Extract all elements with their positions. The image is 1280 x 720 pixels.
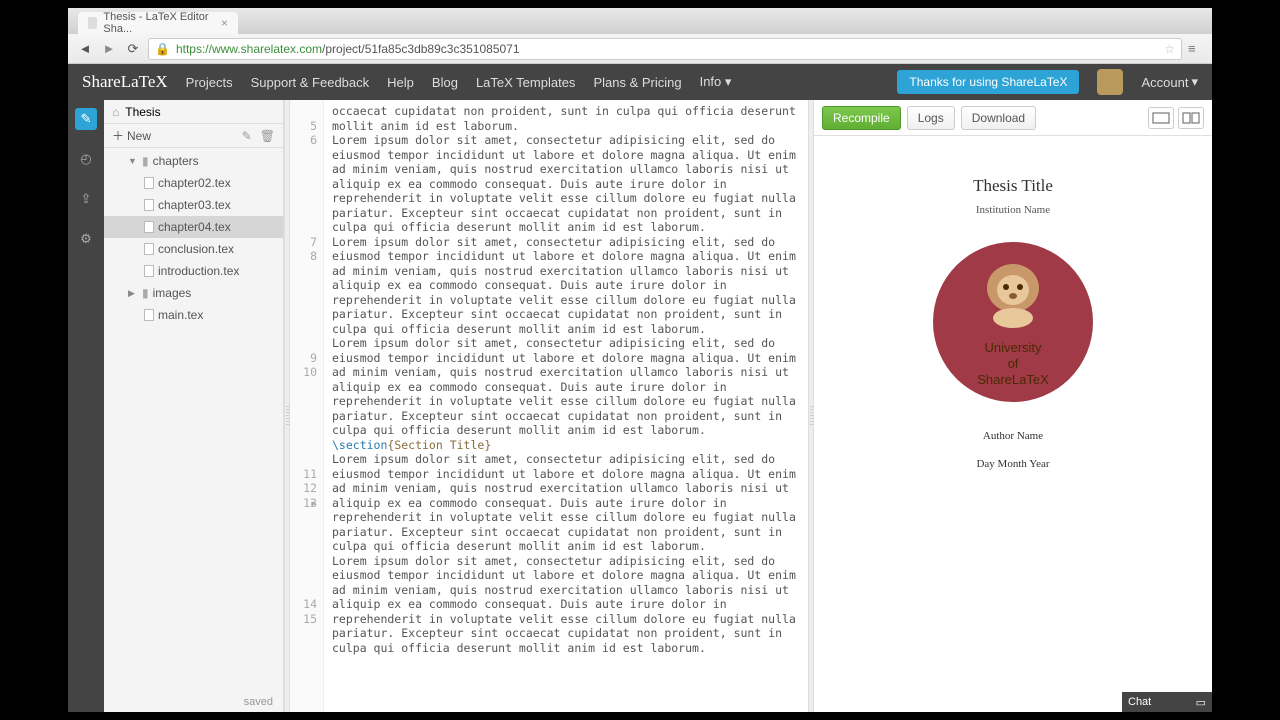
- file-introduction[interactable]: introduction.tex: [104, 260, 283, 282]
- nav-plans[interactable]: Plans & Pricing: [593, 75, 681, 90]
- share-icon[interactable]: ⇪: [75, 188, 97, 210]
- file-icon: [144, 177, 154, 189]
- project-root[interactable]: ⌂ Thesis: [104, 100, 283, 124]
- app-header: ShareLaTeX Projects Support & Feedback H…: [68, 64, 1212, 100]
- file-tree: ⌂ Thesis ＋ New ✎ 🗑 ▼ ▮ chapters chapter0…: [104, 100, 284, 712]
- account-menu[interactable]: Account ▾: [1141, 74, 1198, 90]
- code-editor[interactable]: 56789101112 ▸131415 occaecat cupidatat n…: [290, 100, 808, 712]
- download-button[interactable]: Download: [961, 106, 1036, 130]
- preview-toolbar: Recompile Logs Download: [814, 100, 1212, 136]
- logo[interactable]: ShareLaTeX: [82, 72, 168, 92]
- delete-icon[interactable]: 🗑: [260, 129, 275, 143]
- splitter-left[interactable]: [284, 100, 290, 712]
- new-button[interactable]: ＋ New: [112, 127, 151, 144]
- splitter-right[interactable]: [808, 100, 814, 712]
- chevron-down-icon: ▼: [128, 156, 138, 166]
- file-icon: [144, 199, 154, 211]
- pdf-preview[interactable]: Thesis Title Institution Name University: [814, 136, 1212, 712]
- file-icon: [144, 265, 154, 277]
- folder-icon: ▮: [142, 286, 149, 300]
- doc-date: Day Month Year: [976, 458, 1049, 470]
- nav-templates[interactable]: LaTeX Templates: [476, 75, 576, 90]
- edit-icon[interactable]: ✎: [75, 108, 97, 130]
- folder-icon: ▮: [142, 154, 149, 168]
- folder-images[interactable]: ▶ ▮ images: [104, 282, 283, 304]
- file-chapter02[interactable]: chapter02.tex: [104, 172, 283, 194]
- file-icon: [144, 221, 154, 233]
- line-gutter: 56789101112 ▸131415: [290, 100, 324, 712]
- nav-blog[interactable]: Blog: [432, 75, 458, 90]
- left-rail: ✎ ◴ ⇪ ⚙: [68, 100, 104, 712]
- lion-icon: [973, 260, 1053, 330]
- forward-button: ►: [100, 40, 118, 58]
- tab-title: Thesis - LaTeX Editor Sha...: [103, 11, 211, 35]
- chevron-right-icon: ▶: [128, 288, 138, 299]
- preview-pane: Recompile Logs Download Thesis Title Ins…: [814, 100, 1212, 712]
- bookmark-icon[interactable]: ☆: [1164, 42, 1175, 56]
- university-logo: University of ShareLaTeX: [933, 242, 1093, 402]
- browser-tab[interactable]: Thesis - LaTeX Editor Sha... ×: [78, 12, 238, 34]
- home-icon: ⌂: [112, 105, 119, 119]
- rename-icon[interactable]: ✎: [242, 129, 252, 143]
- gear-icon[interactable]: ⚙: [75, 228, 97, 250]
- doc-title: Thesis Title: [973, 176, 1053, 196]
- nav-projects[interactable]: Projects: [186, 75, 233, 90]
- back-button[interactable]: ◄: [76, 40, 94, 58]
- url-input[interactable]: 🔒 https://www.sharelatex.com/project/51f…: [148, 38, 1182, 60]
- address-bar: ◄ ► ⟳ 🔒 https://www.sharelatex.com/proje…: [68, 34, 1212, 64]
- lock-icon: 🔒: [155, 42, 170, 56]
- chat-expand-icon: ▭: [1196, 696, 1206, 709]
- close-icon[interactable]: ×: [221, 16, 228, 30]
- file-chapter03[interactable]: chapter03.tex: [104, 194, 283, 216]
- logs-button[interactable]: Logs: [907, 106, 955, 130]
- code-content[interactable]: occaecat cupidatat non proident, sunt in…: [324, 100, 808, 712]
- layout-full-icon[interactable]: [1148, 107, 1174, 129]
- save-status: saved: [104, 692, 283, 712]
- layout-split-icon[interactable]: [1178, 107, 1204, 129]
- nav-info[interactable]: Info ▾: [700, 74, 732, 90]
- browser-menu-icon[interactable]: ≡: [1188, 41, 1204, 56]
- folder-chapters[interactable]: ▼ ▮ chapters: [104, 150, 283, 172]
- thanks-badge: Thanks for using ShareLaTeX: [897, 70, 1079, 94]
- nav-help[interactable]: Help: [387, 75, 414, 90]
- browser-tab-strip: Thesis - LaTeX Editor Sha... ×: [68, 8, 1212, 34]
- url-text: https://www.sharelatex.com/project/51fa8…: [176, 42, 520, 56]
- file-icon: [144, 309, 154, 321]
- doc-author: Author Name: [983, 430, 1043, 442]
- mascot-icon: [1097, 69, 1123, 95]
- file-chapter04[interactable]: chapter04.tex: [104, 216, 283, 238]
- favicon: [88, 17, 97, 29]
- history-icon[interactable]: ◴: [75, 148, 97, 170]
- reload-button[interactable]: ⟳: [124, 40, 142, 58]
- nav-support[interactable]: Support & Feedback: [251, 75, 370, 90]
- project-name: Thesis: [125, 105, 160, 119]
- doc-institution: Institution Name: [976, 204, 1050, 216]
- recompile-button[interactable]: Recompile: [822, 106, 901, 130]
- file-conclusion[interactable]: conclusion.tex: [104, 238, 283, 260]
- file-icon: [144, 243, 154, 255]
- chat-bar[interactable]: Chat ▭: [1122, 692, 1212, 712]
- file-main[interactable]: main.tex: [104, 304, 283, 326]
